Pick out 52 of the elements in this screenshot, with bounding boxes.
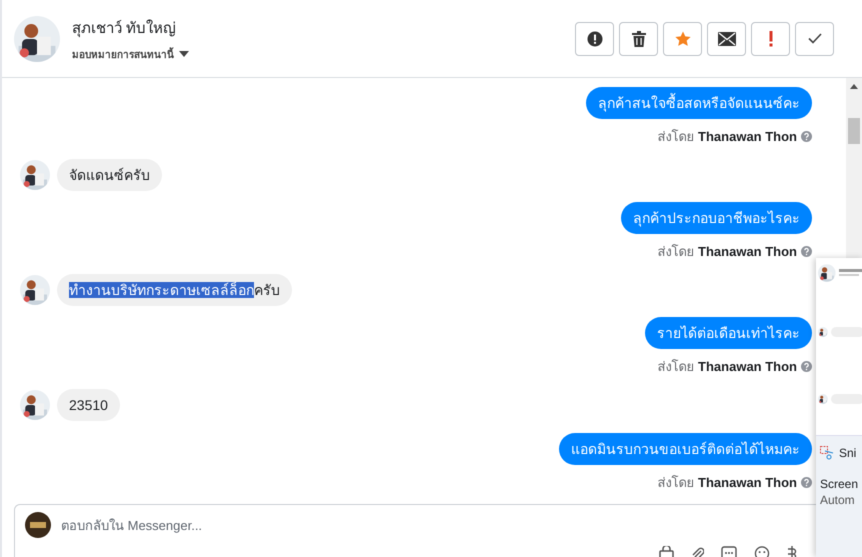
notification-body: Autom (820, 492, 856, 508)
trash-icon (632, 30, 646, 46)
sender-avatar (20, 160, 50, 190)
contact-name: สุภเชาว์ ทับใหญ่ (72, 18, 178, 40)
help-icon[interactable] (801, 246, 812, 257)
report-spam-button[interactable] (575, 22, 614, 56)
caret-down-icon[interactable] (179, 51, 189, 57)
mini-chat-window[interactable] (816, 258, 862, 435)
message-bubble: ทำงานบริษัทกระดาษเซลล์ล็อกครับ (57, 274, 292, 306)
scissors-icon (820, 446, 834, 460)
sent-by-label: ส่งโดย Thanawan Thon (657, 358, 797, 376)
scroll-up-icon[interactable] (850, 84, 858, 89)
mark-unread-button[interactable] (707, 22, 746, 56)
help-icon[interactable] (801, 361, 812, 372)
message-bubble: จัดแดนซ์ครับ (57, 159, 162, 191)
mini-chat-avatar (818, 264, 836, 282)
help-icon[interactable] (801, 477, 812, 488)
exclamation-icon (768, 30, 772, 46)
help-icon[interactable] (801, 131, 812, 142)
done-button[interactable] (795, 22, 834, 56)
scrollbar-thumb[interactable] (848, 118, 860, 144)
notification-title: Screen (820, 476, 860, 492)
mini-message-avatar (818, 326, 828, 338)
app-name: Sni (839, 446, 856, 460)
assign-conversation-link[interactable]: มอบหมายการสนทนานี้ (72, 46, 174, 62)
sent-by-label: ส่งโดย Thanawan Thon (657, 128, 797, 146)
message-bubble: ลุกค้าประกอบอาชีพอะไรคะ (621, 202, 812, 234)
emoji-icon[interactable] (754, 546, 770, 557)
alert-icon (586, 30, 602, 46)
page-avatar (25, 512, 51, 538)
envelope-icon (718, 32, 736, 46)
message-bubble: รายได้ต่อเดือนเท่าไรคะ (645, 317, 812, 349)
sent-by-label: ส่งโดย Thanawan Thon (657, 474, 797, 492)
sender-avatar (20, 275, 50, 305)
sender-avatar (20, 390, 50, 420)
attachment-icon[interactable] (691, 546, 704, 557)
message-bubble: 23510 (57, 389, 120, 421)
saved-replies-icon[interactable] (721, 546, 737, 557)
bag-icon[interactable] (659, 546, 674, 557)
currency-icon[interactable] (787, 546, 797, 557)
notification-toast[interactable]: Sni Screen Autom (816, 435, 862, 557)
message-bubble: แอดมินรบกวนขอเบอร์ติดต่อได้ไหมคะ (559, 433, 812, 465)
contact-avatar (14, 16, 60, 62)
star-button[interactable] (663, 22, 702, 56)
delete-button[interactable] (619, 22, 658, 56)
sent-by-label: ส่งโดย Thanawan Thon (657, 243, 797, 261)
mini-message-avatar (818, 393, 828, 405)
message-bubble: ลุกค้าสนใจซื้อสดหรือจัดแนนซ์คะ (586, 87, 812, 119)
important-button[interactable] (751, 22, 790, 56)
mini-chat-header-drawing (838, 268, 862, 278)
checkmark-icon (808, 33, 822, 44)
star-icon (674, 30, 690, 46)
